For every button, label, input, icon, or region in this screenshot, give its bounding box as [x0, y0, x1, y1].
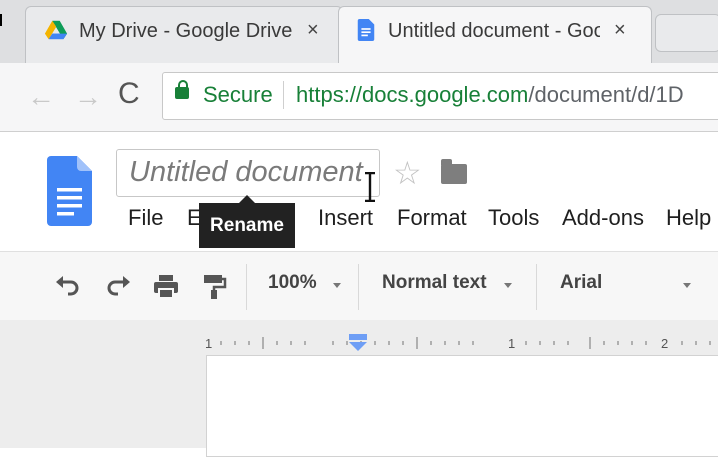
- new-tab-button[interactable]: [655, 14, 718, 52]
- zoom-select[interactable]: 100%: [268, 272, 317, 294]
- text-cursor-icon: [365, 172, 375, 202]
- chevron-down-icon: [683, 283, 691, 288]
- ruler-label: 2: [661, 336, 668, 351]
- tab-title: Untitled document - Goo: [388, 20, 600, 42]
- tab-close-icon[interactable]: ×: [307, 19, 319, 42]
- document-canvas: 1 1 2: [0, 320, 718, 457]
- menu-help[interactable]: Help: [666, 205, 711, 231]
- url-text[interactable]: https://docs.google.com/document/d/1D: [296, 82, 684, 108]
- tab-my-drive[interactable]: My Drive - Google Drive ×: [25, 6, 343, 63]
- lock-icon: [175, 80, 189, 99]
- document-title: Untitled document: [129, 156, 363, 188]
- toolbar-divider: [246, 264, 247, 310]
- window-edge-mark: [0, 14, 6, 26]
- undo-icon[interactable]: [54, 272, 82, 300]
- menu-tools[interactable]: Tools: [488, 205, 539, 231]
- ruler-label: 1: [205, 336, 212, 351]
- back-icon[interactable]: ←: [27, 81, 55, 113]
- google-docs-logo-icon[interactable]: [47, 156, 92, 226]
- ruler-label: 1: [508, 336, 515, 351]
- chevron-down-icon: [504, 283, 512, 288]
- secure-label: Secure: [203, 82, 273, 107]
- document-title-input[interactable]: Untitled document: [116, 149, 380, 197]
- tab-close-icon[interactable]: ×: [614, 19, 626, 42]
- address-bar[interactable]: Secure https://docs.google.com/document/…: [162, 72, 718, 120]
- menu-insert[interactable]: Insert: [318, 205, 373, 231]
- print-icon[interactable]: [152, 272, 180, 300]
- google-docs-icon: [357, 19, 375, 41]
- browser-tab-strip: My Drive - Google Drive × Untitled docum…: [0, 0, 718, 63]
- google-drive-icon: [45, 20, 67, 40]
- editing-toolbar: 100% Normal text Arial: [0, 251, 718, 322]
- tab-title: My Drive - Google Drive: [79, 20, 293, 42]
- font-select[interactable]: Arial: [560, 272, 602, 294]
- reload-icon[interactable]: C: [118, 77, 140, 111]
- browser-toolbar: ← → C Secure https://docs.google.com/doc…: [0, 63, 718, 132]
- menu-add-ons[interactable]: Add-ons: [562, 205, 644, 231]
- document-page[interactable]: [206, 355, 718, 457]
- star-icon[interactable]: ☆: [393, 154, 422, 192]
- url-host: https://docs.google.com: [296, 82, 529, 107]
- address-divider: [283, 81, 284, 109]
- toolbar-divider: [536, 264, 537, 310]
- paint-format-icon[interactable]: [200, 272, 228, 300]
- indent-marker-icon[interactable]: [349, 334, 367, 351]
- redo-icon[interactable]: [104, 272, 132, 300]
- toolbar-divider: [358, 264, 359, 310]
- chevron-down-icon: [333, 283, 341, 288]
- horizontal-ruler[interactable]: 1 1 2: [200, 332, 718, 354]
- url-path: /document/d/1D: [528, 82, 684, 107]
- paragraph-style-select[interactable]: Normal text: [382, 272, 487, 294]
- forward-icon[interactable]: →: [74, 81, 102, 113]
- folder-icon[interactable]: [441, 159, 467, 184]
- rename-tooltip: Rename: [199, 195, 295, 248]
- menu-format[interactable]: Format: [397, 205, 467, 231]
- menu-file[interactable]: File: [128, 205, 163, 231]
- tab-untitled-document[interactable]: Untitled document - Goo ×: [338, 6, 652, 63]
